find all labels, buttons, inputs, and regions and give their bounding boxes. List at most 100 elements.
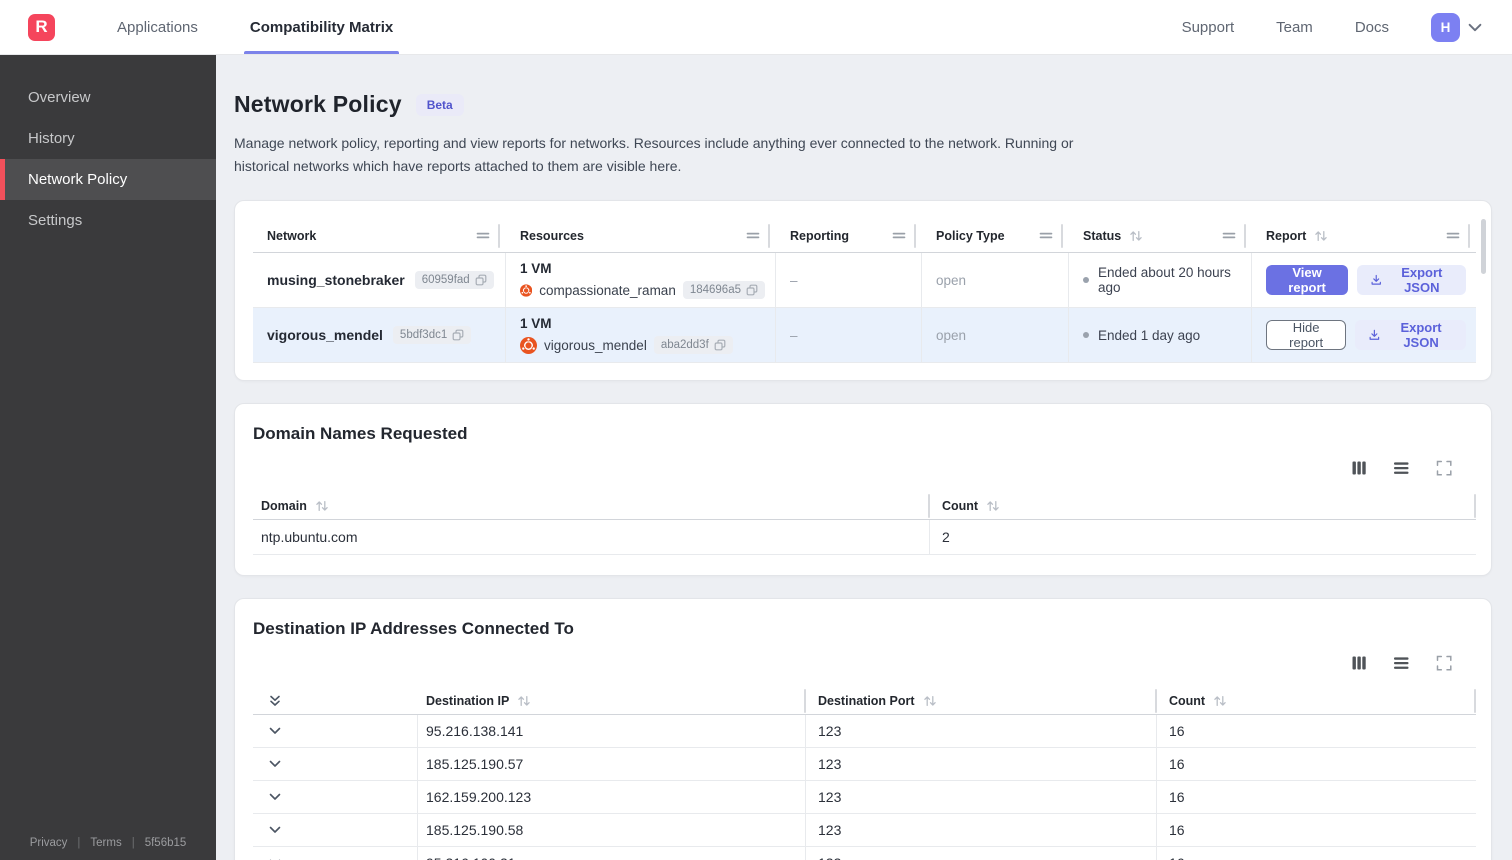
resource-id-badge: 184696a5 xyxy=(682,281,765,300)
copy-icon[interactable] xyxy=(714,339,726,351)
table-row[interactable]: 162.159.200.123 123 16 xyxy=(253,781,1476,815)
columns-icon[interactable] xyxy=(1349,458,1369,478)
port-value: 123 xyxy=(806,715,1157,748)
privacy-link[interactable]: Privacy xyxy=(30,837,68,849)
column-resize-handle-icon[interactable] xyxy=(476,231,490,240)
table-row[interactable]: 185.125.190.58 123 16 xyxy=(253,814,1476,848)
sidebar-item-network-policy[interactable]: Network Policy xyxy=(0,159,216,200)
column-resize-handle-icon[interactable] xyxy=(746,231,760,240)
expand-all-icon[interactable] xyxy=(267,693,283,709)
table-row[interactable]: 185.125.190.57 123 16 xyxy=(253,748,1476,782)
sidebar-item-settings[interactable]: Settings xyxy=(0,200,216,241)
hide-report-button[interactable]: Hide report xyxy=(1266,320,1347,351)
destination-ips-card: Destination IP Addresses Connected To De… xyxy=(234,598,1492,860)
row-density-icon[interactable] xyxy=(1391,458,1412,478)
page-title: Network Policy xyxy=(234,91,402,117)
nav-tab-compatibility-matrix[interactable]: Compatibility Matrix xyxy=(224,0,419,54)
table-row[interactable]: 95.216.138.141 123 16 xyxy=(253,715,1476,749)
top-navbar: R Applications Compatibility Matrix Supp… xyxy=(0,0,1512,55)
column-resize-handle-icon[interactable] xyxy=(1039,231,1053,240)
copy-icon[interactable] xyxy=(746,284,758,296)
beta-badge: Beta xyxy=(415,93,464,116)
column-separator xyxy=(768,223,770,248)
ips-card-title: Destination IP Addresses Connected To xyxy=(253,619,574,639)
export-json-button[interactable]: Export JSON xyxy=(1355,320,1466,351)
copy-icon[interactable] xyxy=(475,274,487,286)
avatar-letter: H xyxy=(1440,19,1451,35)
table-row[interactable]: ntp.ubuntu.com 2 xyxy=(253,520,1476,556)
nav-link-docs[interactable]: Docs xyxy=(1355,19,1389,36)
chevron-down-icon[interactable] xyxy=(1468,23,1482,32)
column-separator xyxy=(1061,223,1063,248)
col-header-resources: Resources xyxy=(520,228,584,243)
ip-value: 162.159.200.123 xyxy=(418,781,806,814)
column-resize-handle-icon[interactable] xyxy=(1446,231,1460,240)
expand-row-icon[interactable] xyxy=(267,824,283,836)
vm-count: 1 VM xyxy=(520,261,552,277)
nav-link-team[interactable]: Team xyxy=(1276,19,1313,36)
sort-icon[interactable] xyxy=(986,500,1000,512)
sort-icon[interactable] xyxy=(315,500,329,512)
resource-id: 184696a5 xyxy=(689,284,741,297)
col-header-domain: Domain xyxy=(261,498,307,513)
table-row[interactable]: vigorous_mendel 5bdf3dc1 1 VM vigorous_m… xyxy=(253,308,1476,364)
resource-id-badge: aba2dd3f xyxy=(653,336,733,355)
fullscreen-icon[interactable] xyxy=(1434,653,1454,673)
status-text: Ended 1 day ago xyxy=(1098,327,1201,343)
domain-card-toolbar xyxy=(253,458,1476,478)
networks-table: Network Resources Reporting Policy Type … xyxy=(253,219,1486,364)
sort-icon[interactable] xyxy=(517,695,531,707)
sort-icon[interactable] xyxy=(1213,695,1227,707)
sort-icon[interactable] xyxy=(1129,230,1143,242)
count-value: 16 xyxy=(1169,789,1185,806)
col-header-policy-type: Policy Type xyxy=(936,228,1005,243)
columns-icon[interactable] xyxy=(1349,653,1369,673)
col-header-network: Network xyxy=(267,228,317,243)
network-name: vigorous_mendel xyxy=(267,327,383,344)
sidebar-item-overview[interactable]: Overview xyxy=(0,77,216,118)
column-separator xyxy=(1474,493,1476,518)
ip-value: 95.216.138.141 xyxy=(418,715,806,748)
networks-card: Network Resources Reporting Policy Type … xyxy=(234,200,1492,382)
export-json-button[interactable]: Export JSON xyxy=(1357,265,1466,296)
column-resize-handle-icon[interactable] xyxy=(1222,231,1236,240)
row-density-icon[interactable] xyxy=(1391,653,1412,673)
col-header-status: Status xyxy=(1083,228,1122,243)
fullscreen-icon[interactable] xyxy=(1434,458,1454,478)
logo-letter: R xyxy=(35,17,48,36)
column-separator xyxy=(1474,688,1476,713)
expand-row-icon[interactable] xyxy=(267,791,283,803)
download-icon xyxy=(1369,329,1380,341)
col-header-count: Count xyxy=(1169,693,1206,708)
nav-link-support[interactable]: Support xyxy=(1182,19,1235,36)
col-header-report: Report xyxy=(1266,228,1307,243)
count-value: 2 xyxy=(942,529,950,546)
page-description: Manage network policy, reporting and vie… xyxy=(234,135,1074,175)
avatar[interactable]: H xyxy=(1431,12,1460,42)
app-root: R Applications Compatibility Matrix Supp… xyxy=(0,0,1512,860)
copy-icon[interactable] xyxy=(452,329,464,341)
expand-row-icon[interactable] xyxy=(267,758,283,770)
user-menu[interactable]: H xyxy=(1431,12,1482,42)
col-header-destination-port: Destination Port xyxy=(818,693,915,708)
download-icon xyxy=(1371,275,1382,285)
vm-count: 1 VM xyxy=(520,316,552,332)
primary-nav: Applications Compatibility Matrix xyxy=(91,0,419,54)
table-scrollbar[interactable] xyxy=(1481,219,1486,275)
footer-divider: | xyxy=(131,837,135,849)
reporting-value: – xyxy=(790,272,798,288)
app-logo[interactable]: R xyxy=(28,13,55,41)
domains-table-header: Domain Count xyxy=(253,492,1476,521)
table-row[interactable]: 95.216.100.21 123 16 xyxy=(253,847,1476,860)
terms-link[interactable]: Terms xyxy=(90,837,121,849)
sidebar-item-history[interactable]: History xyxy=(0,118,216,159)
view-report-button[interactable]: View report xyxy=(1266,265,1349,296)
expand-row-icon[interactable] xyxy=(267,725,283,737)
network-name: musing_stonebraker xyxy=(267,272,405,289)
table-row[interactable]: musing_stonebraker 60959fad 1 VM compass… xyxy=(253,253,1476,309)
column-resize-handle-icon[interactable] xyxy=(892,231,906,240)
sort-icon[interactable] xyxy=(1314,230,1328,242)
sort-icon[interactable] xyxy=(923,695,937,707)
nav-tab-applications[interactable]: Applications xyxy=(91,0,224,54)
domain-value: ntp.ubuntu.com xyxy=(253,520,930,555)
